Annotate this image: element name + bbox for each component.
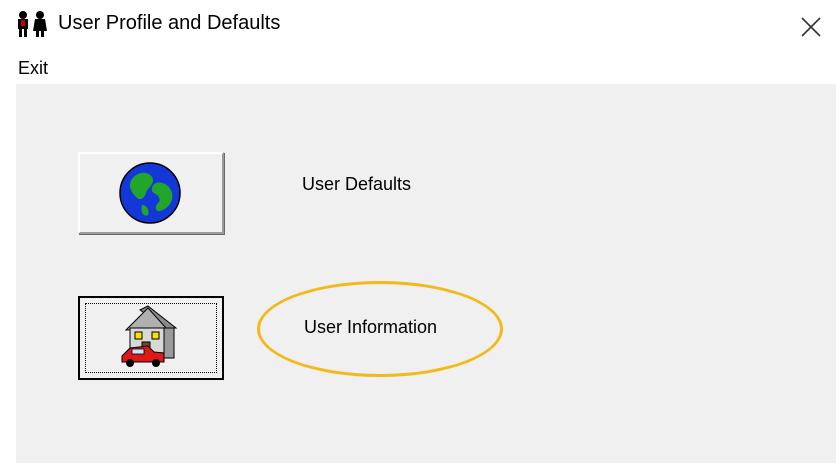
window-title: User Profile and Defaults <box>58 12 281 34</box>
close-icon <box>801 17 821 37</box>
house-car-icon <box>121 305 178 367</box>
close-button[interactable] <box>792 8 830 44</box>
user-defaults-button[interactable] <box>78 152 224 234</box>
user-information-button[interactable] <box>78 296 224 380</box>
client-area: User Defaults User Information <box>16 84 836 463</box>
user-defaults-label: User Defaults <box>302 174 412 194</box>
menu-bar: Exit <box>0 54 836 82</box>
menu-item-exit[interactable]: Exit <box>18 58 48 79</box>
title-bar: User Profile and Defaults <box>0 0 836 52</box>
highlight-annotation-ring <box>257 281 503 377</box>
people-icon <box>14 10 50 38</box>
globe-icon <box>119 162 181 224</box>
